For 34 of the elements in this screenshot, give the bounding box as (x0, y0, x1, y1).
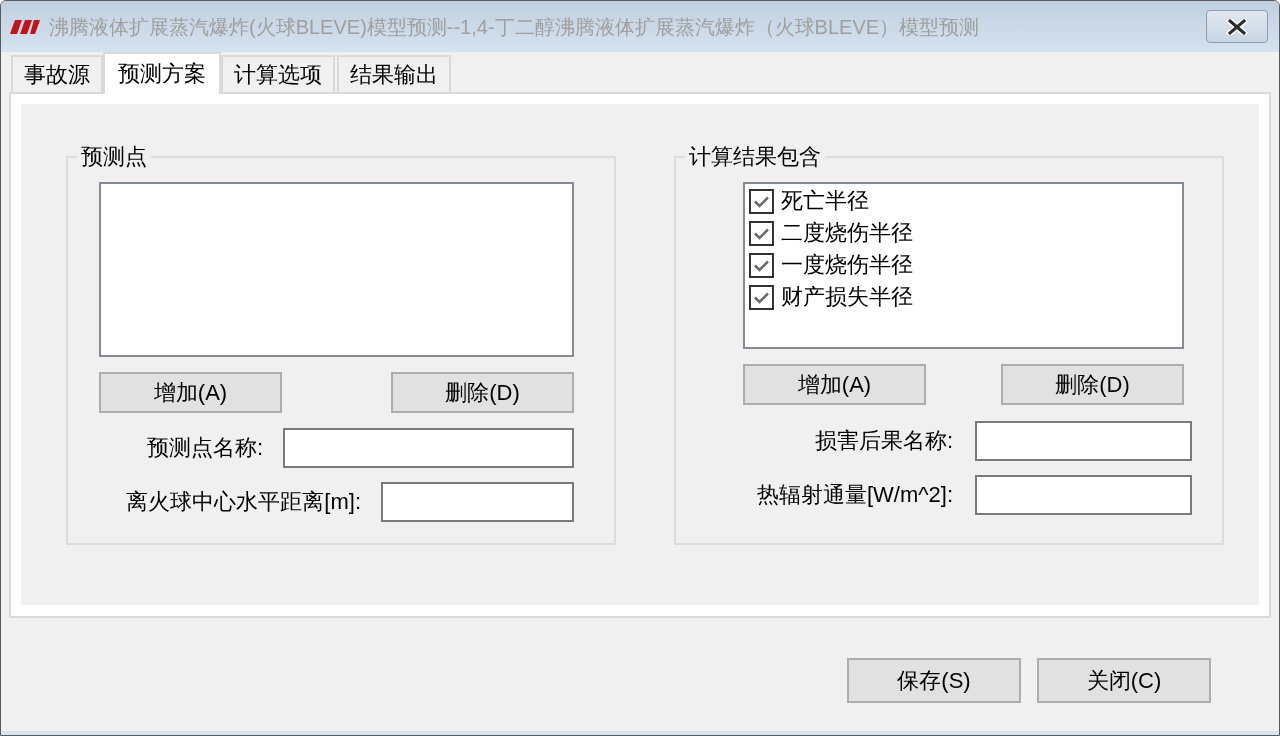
push-button[interactable]: 关闭(C) (1037, 658, 1211, 703)
checkbox-label[interactable]: 死亡半径 (781, 190, 869, 212)
tab[interactable]: 事故源 (11, 55, 103, 92)
group-title: 预测点 (80, 145, 148, 169)
checkbox-label[interactable]: 一度烧伤半径 (781, 254, 913, 276)
push-button[interactable]: 删除(D) (391, 372, 574, 413)
push-button[interactable]: 增加(A) (743, 364, 926, 405)
tab[interactable]: 计算选项 (221, 55, 335, 92)
field-label: 离火球中心水平距离[m]: (126, 491, 361, 513)
tab[interactable]: 结果输出 (337, 55, 451, 92)
close-icon (1226, 18, 1248, 35)
logo-icon (10, 18, 40, 35)
checkbox[interactable] (749, 220, 774, 246)
checkbox-label[interactable]: 财产损失半径 (781, 286, 913, 308)
push-button[interactable]: 保存(S) (847, 658, 1021, 703)
push-button[interactable]: 增加(A) (99, 372, 282, 413)
checkbox[interactable] (749, 252, 774, 278)
input-field[interactable] (381, 482, 574, 522)
input-field[interactable] (975, 421, 1192, 461)
checklist-box[interactable]: 死亡半径 二度烧伤半径 一度烧伤半径 财产损失半径 (743, 182, 1184, 349)
checkbox[interactable] (749, 284, 774, 310)
window-title: 沸腾液体扩展蒸汽爆炸(火球BLEVE)模型预测--1,4-丁二醇沸腾液体扩展蒸汽爆炸（火球BLEVE）模型预测 (49, 14, 980, 40)
field-label: 预测点名称: (146, 437, 263, 459)
input-field[interactable] (975, 475, 1192, 515)
checkbox-label[interactable]: 二度烧伤半径 (781, 222, 913, 244)
input-field[interactable] (283, 428, 574, 468)
group-title: 计算结果包含 (688, 145, 822, 169)
tab[interactable]: 预测方案 (103, 52, 221, 94)
field-label: 热辐射通量[W/m^2]: (756, 484, 953, 506)
push-button[interactable]: 删除(D) (1001, 364, 1184, 405)
list-box[interactable] (99, 182, 574, 357)
field-label: 损害后果名称: (814, 430, 953, 452)
close-button[interactable] (1206, 10, 1268, 43)
checkbox[interactable] (749, 188, 774, 214)
